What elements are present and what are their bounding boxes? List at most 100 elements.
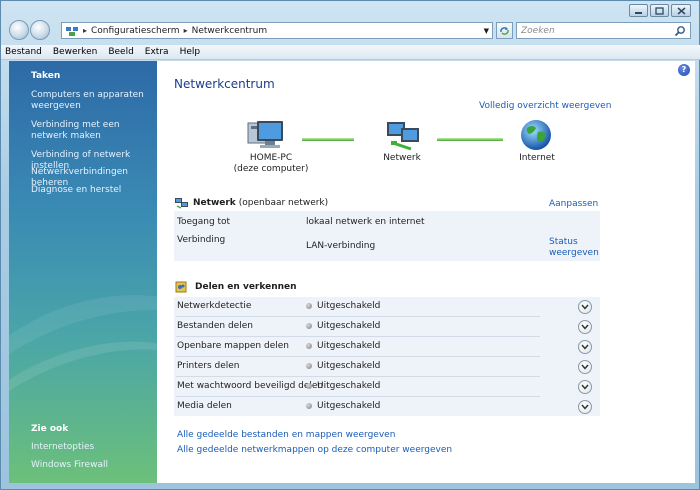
sharing-list: Netwerkdetectie Uitgeschakeld Bestanden … (174, 297, 600, 416)
connector-pc-network (302, 138, 354, 141)
expand-button[interactable] (578, 320, 592, 334)
refresh-icon (500, 26, 509, 35)
sharing-heading: Delen en verkennen (195, 282, 297, 292)
menu-bar: Bestand Bewerken Beeld Extra Help (1, 45, 700, 60)
crumb-separator-icon: ▸ (83, 26, 88, 35)
task-connect-network[interactable]: Verbinding met een netwerk maken (31, 120, 151, 142)
address-bar[interactable]: ▸ Configuratiescherm ▸ Netwerkcentrum ▼ (61, 22, 493, 39)
share-status: Uitgeschakeld (306, 321, 380, 331)
status-off-icon (306, 323, 312, 329)
back-button[interactable] (9, 20, 29, 40)
task-view-computers[interactable]: Computers en apparaten weergeven (31, 90, 151, 112)
task-diagnose-repair[interactable]: Diagnose en herstel (31, 185, 151, 196)
share-status-text: Uitgeschakeld (317, 301, 381, 311)
network-name: Netwerk (193, 198, 236, 208)
chevron-down-icon (581, 364, 589, 370)
search-icon[interactable] (674, 25, 686, 37)
main-pane: ? Netwerkcentrum Volledig overzicht weer… (157, 61, 695, 483)
chevron-down-icon (581, 404, 589, 410)
share-row-file-sharing: Bestanden delen Uitgeschakeld (174, 317, 600, 337)
minimize-icon (635, 11, 642, 14)
share-row-printer-sharing: Printers delen Uitgeschakeld (174, 357, 600, 377)
address-row: ▸ Configuratiescherm ▸ Netwerkcentrum ▼ (1, 19, 700, 43)
close-icon (677, 6, 685, 15)
minimize-button[interactable] (629, 4, 648, 17)
status-off-icon (306, 303, 312, 309)
breadcrumb-network-center[interactable]: Netwerkcentrum (192, 26, 268, 36)
expand-button[interactable] (578, 340, 592, 354)
status-off-icon (306, 383, 312, 389)
chevron-down-icon (581, 304, 589, 310)
network-icon[interactable] (385, 119, 423, 153)
title-bar (1, 1, 700, 19)
share-label: Openbare mappen delen (177, 341, 289, 351)
status-off-icon (306, 403, 312, 409)
window: ▸ Configuratiescherm ▸ Netwerkcentrum ▼ … (0, 0, 700, 490)
share-label: Met wachtwoord beveiligd delen (177, 381, 324, 391)
menu-edit[interactable]: Bewerken (48, 47, 103, 57)
see-also-heading: Zie ook (31, 424, 69, 434)
see-also-windows-firewall[interactable]: Windows Firewall (31, 460, 151, 471)
search-input[interactable] (521, 25, 671, 36)
share-label: Bestanden delen (177, 321, 253, 331)
forward-button[interactable] (30, 20, 50, 40)
share-status-text: Uitgeschakeld (317, 341, 381, 351)
menu-view[interactable]: Beeld (103, 47, 139, 57)
expand-button[interactable] (578, 400, 592, 414)
access-value: lokaal netwerk en internet (306, 217, 425, 227)
share-status-text: Uitgeschakeld (317, 401, 381, 411)
maximize-icon (655, 6, 664, 15)
expand-button[interactable] (578, 380, 592, 394)
share-row-public-folders: Openbare mappen delen Uitgeschakeld (174, 337, 600, 357)
share-status: Uitgeschakeld (306, 401, 380, 411)
share-row-media-sharing: Media delen Uitgeschakeld (174, 397, 600, 417)
view-shared-files-link[interactable]: Alle gedeelde bestanden en mappen weerge… (177, 430, 395, 440)
share-label: Media delen (177, 401, 232, 411)
full-map-link[interactable]: Volledig overzicht weergeven (479, 101, 611, 111)
customize-link[interactable]: Aanpassen (549, 199, 598, 209)
internet-globe-icon[interactable] (519, 118, 553, 152)
status-link-line1: Status (549, 237, 578, 247)
see-also-internet-options[interactable]: Internetopties (31, 442, 151, 453)
pc-sub-label: (deze computer) (233, 164, 309, 174)
network-folder-icon (66, 26, 78, 36)
address-dropdown-icon[interactable]: ▼ (484, 27, 489, 35)
share-row-network-discovery: Netwerkdetectie Uitgeschakeld (174, 297, 600, 317)
menu-help[interactable]: Help (175, 47, 207, 57)
view-shared-folders-link[interactable]: Alle gedeelde netwerkmappen op deze comp… (177, 445, 452, 455)
connection-label: Verbinding (177, 235, 226, 245)
maximize-button[interactable] (650, 4, 669, 17)
network-section-header: Netwerk (openbaar netwerk) (175, 197, 328, 209)
search-box (516, 22, 691, 39)
network-section-icon (175, 198, 188, 209)
network-type: (openbaar netwerk) (238, 198, 329, 208)
view-status-link[interactable]: Status weergeven (549, 237, 599, 259)
chevron-down-icon (581, 344, 589, 350)
window-controls (629, 4, 691, 17)
status-off-icon (306, 363, 312, 369)
page-title: Netwerkcentrum (174, 77, 275, 91)
refresh-button[interactable] (496, 22, 513, 39)
status-off-icon (306, 343, 312, 349)
internet-node-label: Internet (519, 153, 555, 163)
expand-button[interactable] (578, 300, 592, 314)
close-button[interactable] (671, 4, 691, 17)
share-label: Netwerkdetectie (177, 301, 252, 311)
breadcrumb-control-panel[interactable]: Configuratiescherm (91, 26, 180, 36)
share-status-text: Uitgeschakeld (317, 361, 381, 371)
connection-value: LAN-verbinding (306, 241, 376, 251)
share-status: Uitgeschakeld (306, 361, 380, 371)
access-label: Toegang tot (177, 217, 231, 227)
menu-tools[interactable]: Extra (140, 47, 175, 57)
share-status: Uitgeschakeld (306, 341, 380, 351)
task-pane: Taken Computers en apparaten weergeven V… (9, 61, 157, 483)
map-node-pc: HOME-PC (deze computer) (221, 153, 321, 175)
expand-button[interactable] (578, 360, 592, 374)
chevron-down-icon (581, 384, 589, 390)
menu-file[interactable]: Bestand (1, 47, 48, 57)
network-details: Toegang tot lokaal netwerk en internet V… (174, 211, 600, 261)
connector-network-internet (437, 138, 503, 141)
help-icon[interactable]: ? (678, 64, 690, 76)
tasks-heading: Taken (31, 71, 61, 81)
computer-icon[interactable] (245, 119, 285, 153)
